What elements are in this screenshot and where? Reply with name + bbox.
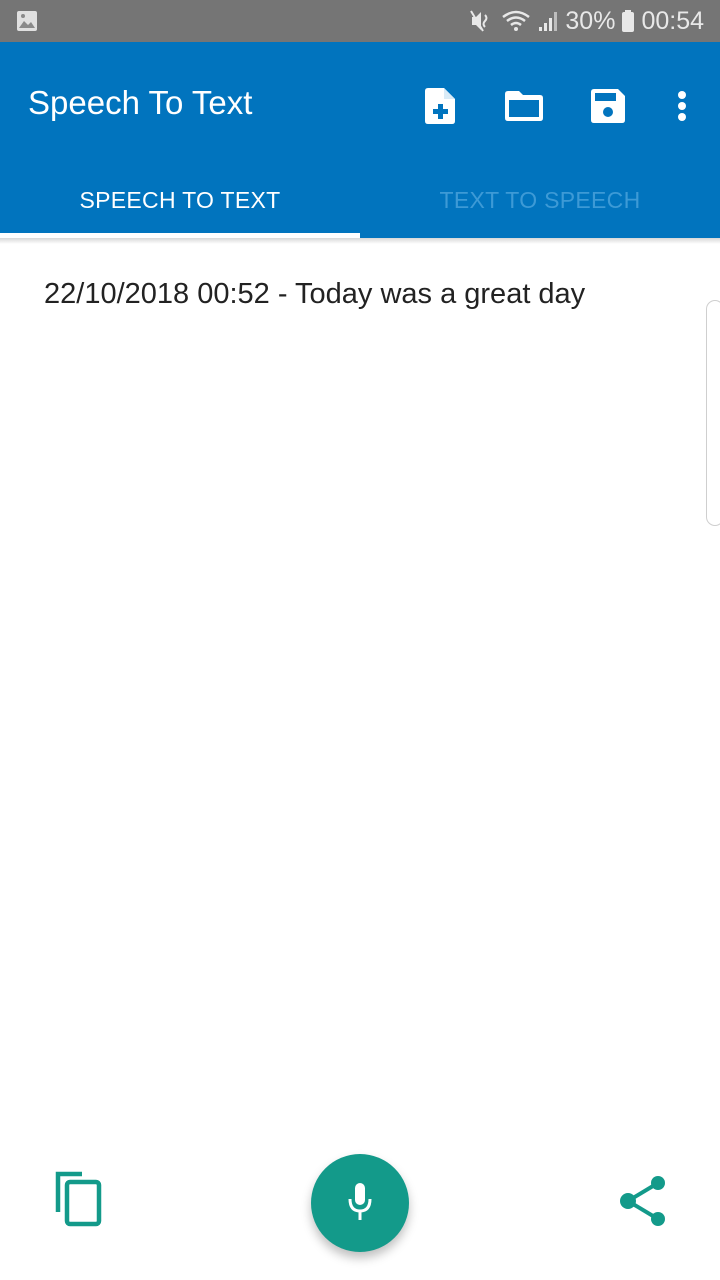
new-file-button[interactable] — [414, 82, 466, 134]
clock: 00:54 — [641, 6, 704, 35]
signal-icon — [537, 9, 559, 33]
share-button[interactable] — [614, 1170, 670, 1230]
note-add-icon — [425, 87, 455, 129]
folder-icon — [505, 90, 543, 126]
battery-icon — [621, 9, 635, 33]
tab-text-to-speech[interactable]: TEXT TO SPEECH — [360, 162, 720, 238]
save-button[interactable] — [582, 82, 634, 134]
app-title: Speech To Text — [28, 84, 253, 121]
image-icon — [16, 10, 38, 32]
more-vert-icon — [677, 90, 687, 127]
transcript-area[interactable]: 22/10/2018 00:52 - Today was a great day — [0, 244, 720, 1134]
mute-vibrate-icon — [469, 9, 495, 33]
open-folder-button[interactable] — [498, 82, 550, 134]
app-bar: Speech To Text SPEECH TO TEXT TEXT TO SP… — [0, 42, 720, 238]
copy-icon — [50, 1171, 106, 1234]
mic-icon — [346, 1181, 374, 1226]
tab-speech-to-text[interactable]: SPEECH TO TEXT — [0, 162, 360, 238]
bottom-bar — [0, 1140, 720, 1280]
share-icon — [614, 1176, 670, 1234]
transcript-entry: 22/10/2018 00:52 - Today was a great day — [44, 278, 586, 310]
wifi-icon — [501, 9, 531, 33]
tab-bar: SPEECH TO TEXT TEXT TO SPEECH — [0, 162, 720, 238]
scroll-handle[interactable] — [706, 300, 720, 526]
copy-button[interactable] — [50, 1170, 106, 1230]
status-bar: 30% 00:54 — [0, 0, 720, 42]
battery-percent: 30% — [565, 6, 616, 35]
save-icon — [591, 88, 625, 128]
more-options-button[interactable] — [656, 82, 708, 134]
mic-button[interactable] — [311, 1154, 409, 1252]
